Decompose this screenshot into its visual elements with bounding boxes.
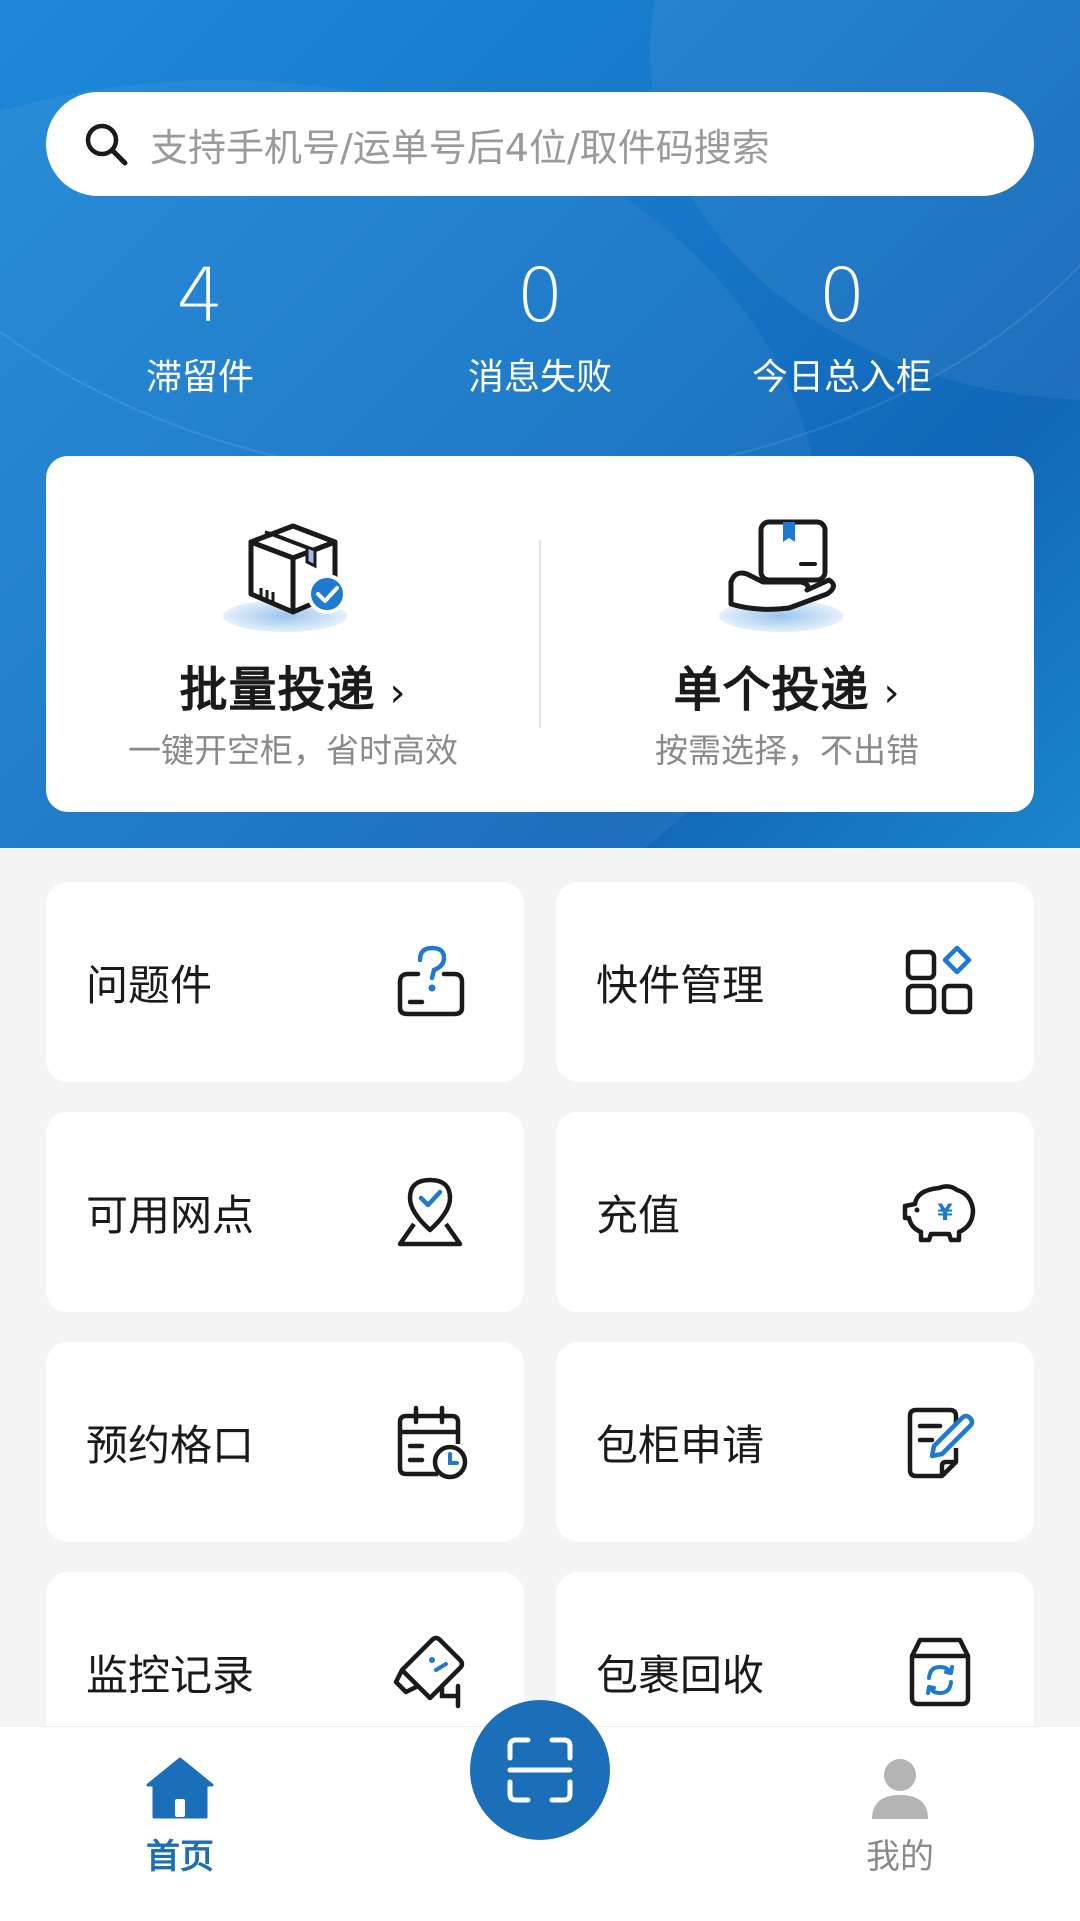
apps-grid-icon (905, 945, 973, 1015)
batch-delivery-button[interactable]: 批量投递 › 一键开空柜，省时高效 (46, 456, 540, 812)
grid-item-parcel-management[interactable]: 快件管理 (556, 882, 1034, 1082)
stat-value: 0 (516, 253, 564, 339)
single-delivery-button[interactable]: 单个投递 › 按需选择，不出错 (540, 456, 1034, 812)
grid-item-reserve-slot[interactable]: 预约格口 (46, 1342, 524, 1542)
batch-delivery-label: 批量投递 (179, 662, 376, 718)
package-check-icon (223, 508, 363, 638)
grid-item-problem-parcel[interactable]: 问题件 (46, 882, 524, 1082)
calendar-clock-icon (397, 1405, 468, 1480)
grid-item-label: 充值 (596, 1190, 681, 1240)
stat-stranded[interactable]: 4 滞留件 (70, 250, 330, 408)
search-input[interactable]: 支持手机号/运单号后4位/取件码搜索 (150, 117, 770, 172)
stat-value: 0 (818, 253, 866, 339)
scan-button[interactable] (470, 1700, 610, 1840)
grid-item-available-outlets[interactable]: 可用网点 (46, 1112, 524, 1312)
tab-home[interactable]: 首页 (80, 1727, 280, 1878)
grid-item-label: 问题件 (86, 960, 213, 1010)
stat-label: 消息失败 (467, 357, 612, 398)
home-icon (146, 1757, 214, 1819)
batch-delivery-title: 批量投递 › (46, 650, 540, 720)
single-delivery-title: 单个投递 › (540, 650, 1034, 720)
scan-icon (507, 1737, 573, 1803)
grid-item-label: 包裹回收 (596, 1650, 765, 1700)
grid-item-cabinet-application[interactable]: 包柜申请 (556, 1342, 1034, 1542)
stats-row: 4 滞留件 0 消息失败 0 今日总入柜 (0, 250, 1080, 420)
grid-item-label: 可用网点 (86, 1190, 255, 1240)
piggy-bank-icon: ¥ (902, 1184, 976, 1243)
batch-delivery-subtitle: 一键开空柜，省时高效 (128, 731, 458, 770)
stat-message-failed[interactable]: 0 消息失败 (410, 250, 670, 408)
stat-value: 4 (176, 253, 224, 339)
grid-item-label: 包柜申请 (596, 1420, 765, 1470)
document-edit-icon (907, 1407, 975, 1479)
svg-text:¥: ¥ (937, 1201, 953, 1226)
delivery-card: 批量投递 › 一键开空柜，省时高效 单个投递 › 按需选择，不出错 (46, 456, 1034, 812)
hand-package-icon (717, 508, 857, 638)
grid-item-label: 预约格口 (86, 1420, 255, 1470)
tab-mine[interactable]: 我的 (800, 1727, 1000, 1878)
stat-today-total[interactable]: 0 今日总入柜 (712, 250, 972, 408)
single-delivery-subtitle: 按需选择，不出错 (655, 731, 919, 770)
box-recycle-icon (909, 1637, 971, 1707)
location-check-icon (397, 1177, 463, 1247)
tab-mine-label: 我的 (866, 1837, 934, 1877)
single-delivery-label: 单个投递 (673, 662, 870, 718)
camera-icon (393, 1635, 465, 1709)
grid-item-recharge[interactable]: 充值 ¥ (556, 1112, 1034, 1312)
stat-label: 今日总入柜 (751, 357, 932, 398)
grid-item-label: 监控记录 (86, 1650, 255, 1700)
chevron-right-icon: › (883, 670, 901, 716)
tab-home-label: 首页 (146, 1837, 214, 1877)
question-box-icon (397, 945, 465, 1017)
grid-item-label: 快件管理 (596, 960, 765, 1010)
user-icon (872, 1759, 928, 1819)
search-bar[interactable]: 支持手机号/运单号后4位/取件码搜索 (46, 92, 1034, 196)
hero-header: 支持手机号/运单号后4位/取件码搜索 4 滞留件 0 消息失败 0 今日总入柜 (0, 0, 1080, 848)
chevron-right-icon: › (389, 670, 407, 716)
stat-label: 滞留件 (145, 357, 254, 398)
search-icon (82, 120, 130, 168)
